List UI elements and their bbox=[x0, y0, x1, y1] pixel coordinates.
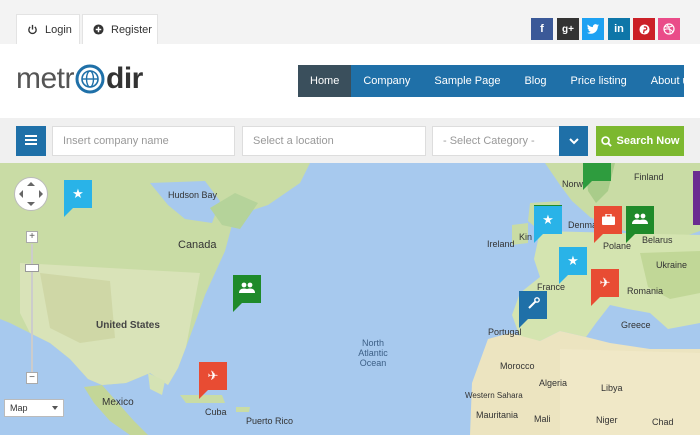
map-label-mali: Mali bbox=[534, 414, 551, 424]
facebook-icon[interactable]: f bbox=[531, 18, 553, 40]
star-icon: ★ bbox=[72, 186, 84, 201]
map-label-finland: Finland bbox=[634, 172, 664, 182]
map-pin-star-france[interactable]: ★ bbox=[559, 247, 587, 284]
main-nav: Home Company Sample Page Blog Price list… bbox=[298, 65, 694, 97]
nav-about-us[interactable]: About us bbox=[639, 65, 700, 97]
map-label-united-states: United States bbox=[96, 320, 160, 331]
nav-sample-page[interactable]: Sample Page bbox=[422, 65, 512, 97]
map-pin-edge[interactable] bbox=[693, 171, 700, 225]
google-plus-icon[interactable]: g+ bbox=[557, 18, 579, 40]
register-button[interactable]: Register bbox=[82, 14, 158, 44]
map-label-libya: Libya bbox=[601, 383, 623, 393]
register-label: Register bbox=[111, 23, 152, 36]
linkedin-icon[interactable]: in bbox=[608, 18, 630, 40]
company-name-input[interactable]: Insert company name bbox=[52, 126, 235, 156]
chevron-down-icon bbox=[568, 132, 579, 150]
zoom-in-button[interactable]: + bbox=[26, 231, 38, 243]
map-label-puerto-rico: Puerto Rico bbox=[246, 416, 294, 426]
search-now-button[interactable]: Search Now bbox=[596, 126, 684, 156]
map-pin-tools[interactable] bbox=[519, 291, 547, 328]
map-label-romania: Romania bbox=[627, 286, 664, 296]
wrench-icon bbox=[527, 297, 540, 313]
group-icon bbox=[632, 213, 648, 228]
nav-price-listing[interactable]: Price listing bbox=[559, 65, 639, 97]
map-pin-star-uk[interactable]: ★ bbox=[534, 206, 562, 243]
caret-down-icon bbox=[52, 406, 58, 410]
zoom-out-button[interactable]: − bbox=[26, 372, 38, 384]
map-label-ocean-line-3: Ocean bbox=[359, 358, 387, 368]
map-pin-partial[interactable] bbox=[583, 163, 611, 190]
map-type-label: Map bbox=[10, 403, 28, 413]
company-name-placeholder: Insert company name bbox=[63, 135, 169, 147]
map-pin-plane[interactable]: ✈ bbox=[199, 362, 227, 399]
category-value: - Select Category - bbox=[443, 135, 535, 147]
globe-icon bbox=[75, 64, 105, 94]
power-icon bbox=[27, 23, 38, 37]
group-icon bbox=[239, 282, 255, 297]
map-pin-group-poland[interactable] bbox=[626, 206, 654, 243]
map-label-chad: Chad bbox=[652, 417, 674, 427]
map-label-niger: Niger bbox=[596, 415, 618, 425]
zoom-slider-handle[interactable] bbox=[25, 264, 39, 272]
star-icon: ★ bbox=[567, 253, 579, 268]
category-select[interactable]: - Select Category - bbox=[432, 126, 560, 156]
nav-company[interactable]: Company bbox=[351, 65, 422, 97]
map-label-ukraine: Ukraine bbox=[656, 260, 688, 270]
map-pin-briefcase[interactable] bbox=[594, 206, 622, 243]
map-canvas[interactable]: Hudson Bay Canada United States Mexico C… bbox=[0, 163, 700, 435]
map-label-cuba: Cuba bbox=[205, 407, 227, 417]
twitter-icon[interactable] bbox=[582, 18, 604, 40]
map-pan-control[interactable] bbox=[14, 177, 48, 211]
map-label-western-sahara: Western Sahara bbox=[465, 391, 523, 400]
pinterest-icon[interactable] bbox=[633, 18, 655, 40]
map-type-select[interactable]: Map bbox=[4, 399, 64, 417]
map-label-morocco: Morocco bbox=[500, 361, 535, 371]
map-label-ocean-line-2: Atlantic bbox=[358, 348, 388, 358]
map-label-algeria: Algeria bbox=[539, 378, 568, 388]
map-label-portugal: Portugal bbox=[488, 327, 522, 337]
logo-text-part2: dir bbox=[106, 62, 143, 95]
map-pin-group[interactable] bbox=[233, 275, 261, 312]
map-label-mexico: Mexico bbox=[102, 397, 134, 408]
airplane-icon: ✈ bbox=[599, 275, 611, 290]
logo-text-part1: metr bbox=[16, 62, 75, 95]
map-pin-plane-italy[interactable]: ✈ bbox=[591, 269, 619, 306]
hamburger-icon bbox=[25, 132, 37, 150]
map-label-belarus: Belarus bbox=[642, 235, 673, 245]
list-menu-button[interactable] bbox=[16, 126, 46, 156]
location-input[interactable]: Select a location bbox=[242, 126, 426, 156]
map-label-hudson-bay: Hudson Bay bbox=[168, 190, 218, 200]
map-label-kingdom: Kin bbox=[519, 232, 533, 242]
airplane-icon: ✈ bbox=[207, 368, 219, 383]
star-icon: ★ bbox=[542, 212, 554, 227]
map-label-ocean-line-1: North bbox=[361, 338, 384, 348]
search-now-label: Search Now bbox=[616, 135, 680, 147]
map-label-greece: Greece bbox=[621, 320, 651, 330]
category-dropdown-toggle[interactable] bbox=[559, 126, 588, 156]
search-icon bbox=[600, 135, 612, 147]
login-button[interactable]: Login bbox=[16, 14, 80, 44]
plus-circle-icon bbox=[93, 23, 104, 37]
map-label-norway: Norw bbox=[562, 179, 584, 189]
briefcase-icon bbox=[601, 212, 615, 228]
site-logo[interactable]: metr dir bbox=[16, 62, 143, 96]
map-label-mauritania: Mauritania bbox=[476, 410, 519, 420]
pan-arrows-icon bbox=[19, 182, 43, 206]
login-label: Login bbox=[45, 23, 72, 36]
nav-blog[interactable]: Blog bbox=[512, 65, 558, 97]
map-pin-star[interactable]: ★ bbox=[64, 180, 92, 217]
nav-home[interactable]: Home bbox=[298, 65, 352, 97]
map-label-ireland: Ireland bbox=[487, 239, 515, 249]
location-placeholder: Select a location bbox=[253, 135, 334, 147]
dribbble-icon[interactable] bbox=[658, 18, 680, 40]
map-label-canada: Canada bbox=[178, 239, 217, 251]
map-label-ocean: North Atlantic Ocean bbox=[350, 338, 396, 368]
